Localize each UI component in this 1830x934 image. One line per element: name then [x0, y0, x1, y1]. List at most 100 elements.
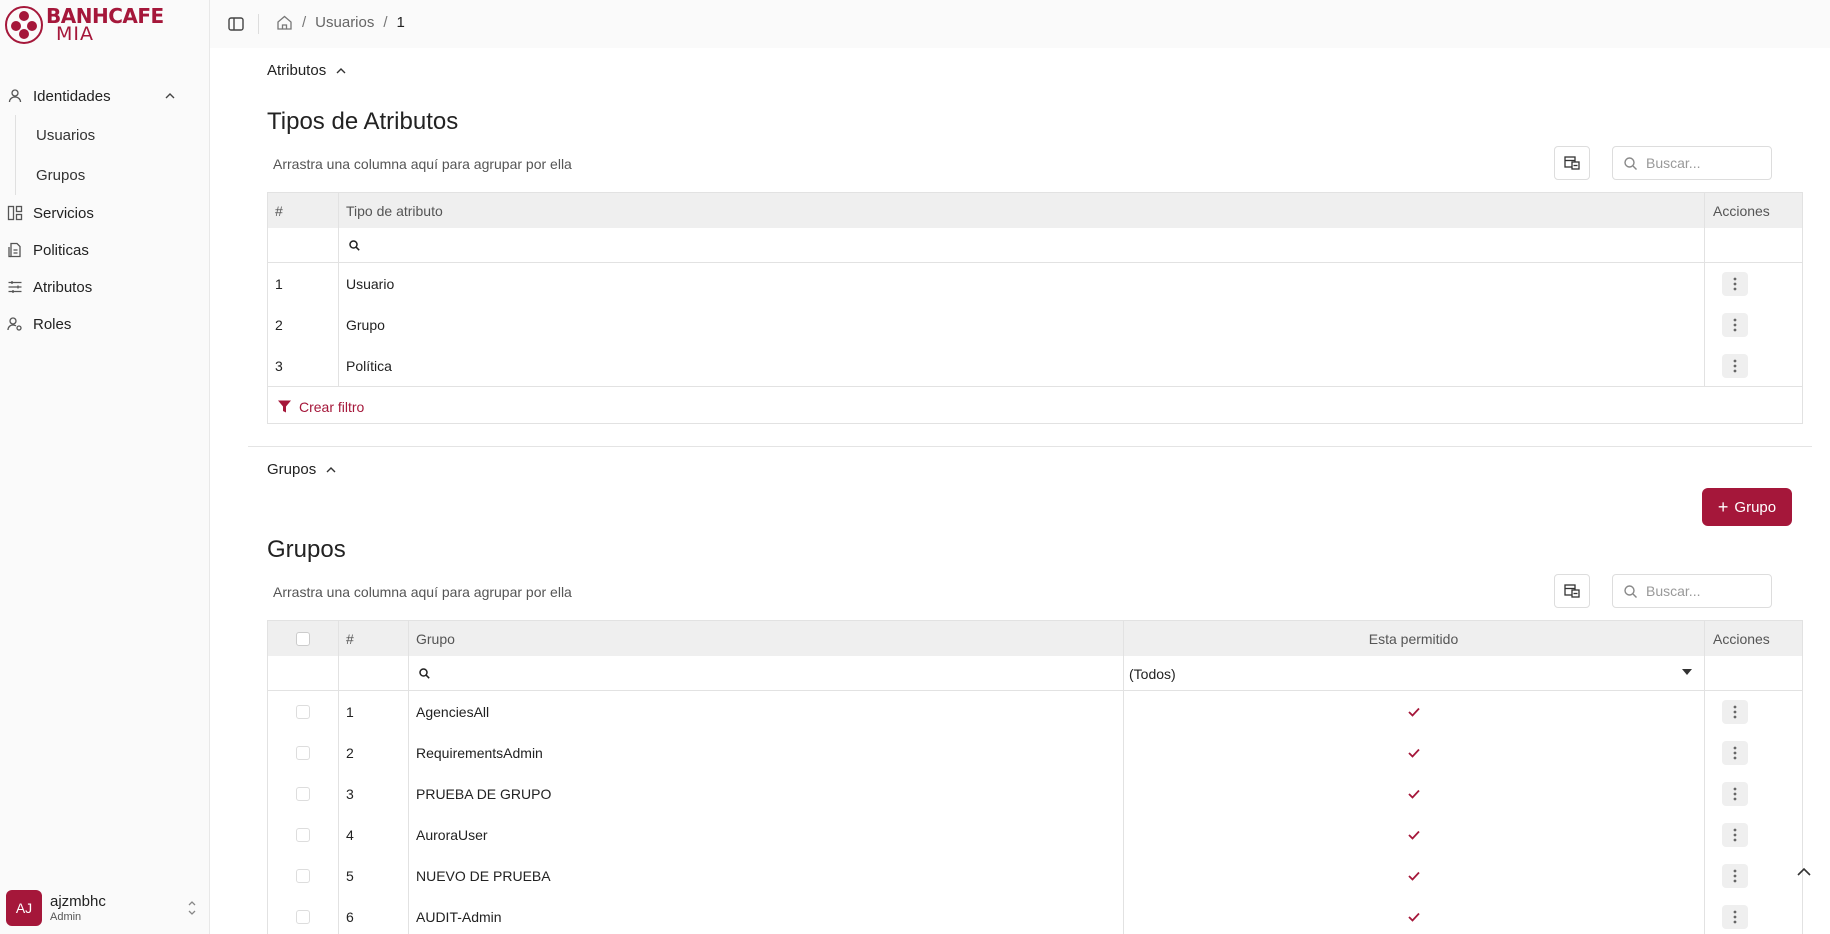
row-allowed: [1123, 691, 1704, 732]
table-row[interactable]: 1 AgenciesAll: [268, 691, 1802, 732]
table-row[interactable]: 3 Política: [268, 345, 1802, 386]
search-icon: [1624, 584, 1637, 598]
filter-icon: [278, 400, 291, 413]
row-actions-button[interactable]: [1722, 271, 1748, 296]
grupos-search[interactable]: [1612, 574, 1772, 608]
grid-body: 1 Usuario 2 Grupo 3 Política: [268, 263, 1802, 386]
more-vertical-icon: [1733, 869, 1737, 882]
row-actions-button[interactable]: [1722, 904, 1748, 929]
row-allowed: [1123, 896, 1704, 934]
filter-group-cell[interactable]: [418, 656, 431, 690]
sidebar-item-label: Roles: [33, 316, 72, 333]
atributos-search[interactable]: [1612, 146, 1772, 180]
table-row[interactable]: 5 NUEVO DE PRUEBA: [268, 855, 1802, 896]
add-group-button[interactable]: + Grupo: [1702, 488, 1792, 526]
row-actions-button[interactable]: [1722, 353, 1748, 378]
row-checkbox[interactable]: [296, 704, 310, 719]
sidebar: BANHCAFE MIA Identidades Usuarios Grupos…: [0, 0, 210, 934]
sidebar-item-label: Identidades: [33, 88, 111, 105]
chevrons-up-down-icon[interactable]: [186, 898, 198, 918]
table-row[interactable]: 6 AUDIT-Admin: [268, 896, 1802, 934]
row-actions-button[interactable]: [1722, 312, 1748, 337]
more-vertical-icon: [1733, 787, 1737, 800]
user-icon: [7, 88, 25, 106]
column-header-num[interactable]: #: [346, 621, 354, 656]
row-num: 3: [346, 785, 354, 802]
create-filter-button[interactable]: Crear filtro: [268, 386, 1802, 426]
table-row[interactable]: 2 Grupo: [268, 304, 1802, 345]
check-icon: [1407, 912, 1420, 922]
row-actions-button[interactable]: [1722, 822, 1748, 847]
sidebar-nav: Identidades Usuarios Grupos Servicios Po…: [0, 78, 209, 343]
table-row[interactable]: 4 AuroraUser: [268, 814, 1802, 855]
column-header-group[interactable]: Grupo: [416, 621, 455, 656]
check-icon: [1407, 707, 1420, 717]
breadcrumb-item-usuarios[interactable]: Usuarios: [315, 14, 374, 31]
sidebar-toggle-icon[interactable]: [227, 15, 245, 33]
sidebar-item-roles[interactable]: Roles: [0, 306, 209, 343]
row-num: 5: [346, 867, 354, 884]
sidebar-item-servicios[interactable]: Servicios: [0, 195, 209, 232]
grid-body: 1 AgenciesAll 2 RequirementsAdmin 3 PRUEBA DE…: [268, 691, 1802, 934]
brand-logo[interactable]: BANHCAFE MIA: [4, 4, 164, 46]
sidebar-item-usuarios[interactable]: Usuarios: [0, 115, 209, 155]
row-checkbox[interactable]: [296, 786, 310, 801]
column-chooser-icon: [1564, 156, 1580, 170]
sidebar-item-label: Politicas: [33, 242, 89, 259]
row-num: 2: [275, 316, 283, 333]
row-allowed: [1123, 732, 1704, 773]
row-num: 6: [346, 908, 354, 925]
row-checkbox[interactable]: [296, 909, 310, 924]
search-input[interactable]: [1646, 583, 1766, 599]
column-header-num[interactable]: #: [275, 193, 283, 228]
check-icon: [1407, 789, 1420, 799]
row-type: Política: [346, 357, 392, 374]
row-num: 1: [346, 703, 354, 720]
home-icon[interactable]: [276, 14, 293, 31]
sidebar-item-atributos[interactable]: Atributos: [0, 269, 209, 306]
chevron-up-icon[interactable]: [163, 89, 177, 103]
grupos-section-toggle[interactable]: Grupos: [267, 461, 338, 478]
scroll-to-top-icon[interactable]: [1794, 862, 1814, 882]
column-chooser-button[interactable]: [1554, 146, 1590, 180]
policy-icon: [7, 242, 25, 260]
row-actions-button[interactable]: [1722, 781, 1748, 806]
row-actions-button[interactable]: [1722, 740, 1748, 765]
plus-icon: +: [1717, 497, 1729, 517]
grid-filter-row: [268, 228, 1802, 263]
row-group-name: AUDIT-Admin: [416, 908, 502, 925]
column-header-type[interactable]: Tipo de atributo: [346, 193, 443, 228]
allowed-filter-select[interactable]: (Todos): [1123, 656, 1704, 691]
atributos-section-toggle[interactable]: Atributos: [267, 62, 348, 79]
row-group-name: AuroraUser: [416, 826, 488, 843]
row-actions-button[interactable]: [1722, 699, 1748, 724]
table-row[interactable]: 2 RequirementsAdmin: [268, 732, 1802, 773]
select-all-checkbox[interactable]: [296, 631, 310, 646]
coffee-flower-logo-icon: [5, 6, 43, 44]
more-vertical-icon: [1733, 705, 1737, 718]
sidebar-item-identidades[interactable]: Identidades: [0, 78, 209, 115]
breadcrumb: / Usuarios / 1: [276, 14, 405, 31]
table-row[interactable]: 3 PRUEBA DE GRUPO: [268, 773, 1802, 814]
more-vertical-icon: [1733, 277, 1737, 290]
column-chooser-button[interactable]: [1554, 574, 1590, 608]
layout-icon: [7, 205, 25, 223]
sidebar-item-grupos[interactable]: Grupos: [0, 155, 209, 195]
column-header-allowed[interactable]: Esta permitido: [1123, 621, 1704, 656]
main-content: Atributos Tipos de Atributos Arrastra un…: [228, 54, 1812, 934]
filter-type-cell[interactable]: [348, 228, 361, 262]
sidebar-submenu-identidades: Usuarios Grupos: [0, 115, 209, 195]
row-checkbox[interactable]: [296, 868, 310, 883]
row-allowed: [1123, 814, 1704, 855]
grid-filter-row: (Todos): [268, 656, 1802, 691]
grupos-grid: # Grupo Esta permitido Acciones (Todos) …: [267, 620, 1803, 934]
row-actions-button[interactable]: [1722, 863, 1748, 888]
row-checkbox[interactable]: [296, 827, 310, 842]
row-checkbox[interactable]: [296, 745, 310, 760]
chevron-up-icon: [326, 466, 336, 472]
table-row[interactable]: 1 Usuario: [268, 263, 1802, 304]
sidebar-item-politicas[interactable]: Politicas: [0, 232, 209, 269]
search-input[interactable]: [1646, 155, 1766, 171]
user-menu[interactable]: AJ ajzmbhc Admin: [6, 889, 206, 927]
more-vertical-icon: [1733, 746, 1737, 759]
